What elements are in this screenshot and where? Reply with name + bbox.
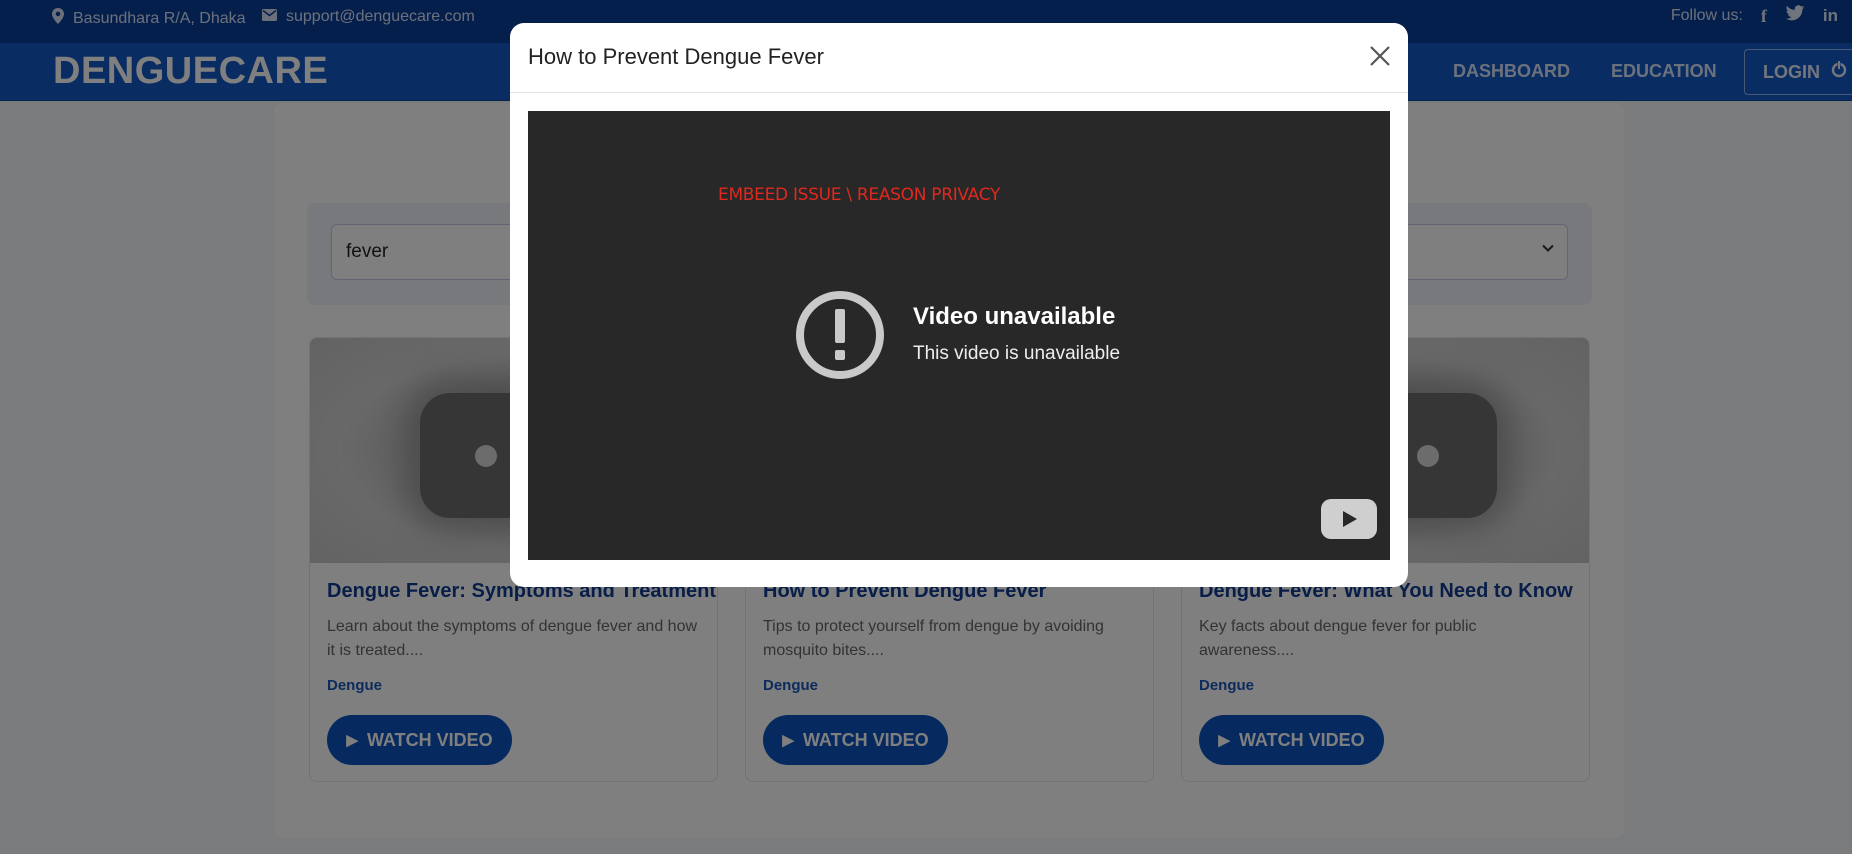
video-unavailable-subtitle: This video is unavailable <box>913 343 1121 364</box>
youtube-logo-icon[interactable] <box>1321 499 1377 539</box>
video-player[interactable]: EMBEED ISSUE \ REASON PRIVACY Video unav… <box>528 111 1390 560</box>
exclamation-circle-icon <box>794 289 886 381</box>
modal-title: How to Prevent Dengue Fever <box>528 44 824 69</box>
video-unavailable-title: Video unavailable <box>913 303 1116 330</box>
modal-header: How to Prevent Dengue Fever <box>510 23 1408 93</box>
embed-issue-note: EMBEED ISSUE \ REASON PRIVACY <box>718 185 1001 205</box>
close-icon[interactable] <box>1366 42 1394 70</box>
video-modal: How to Prevent Dengue Fever EMBEED ISSUE… <box>510 23 1408 587</box>
